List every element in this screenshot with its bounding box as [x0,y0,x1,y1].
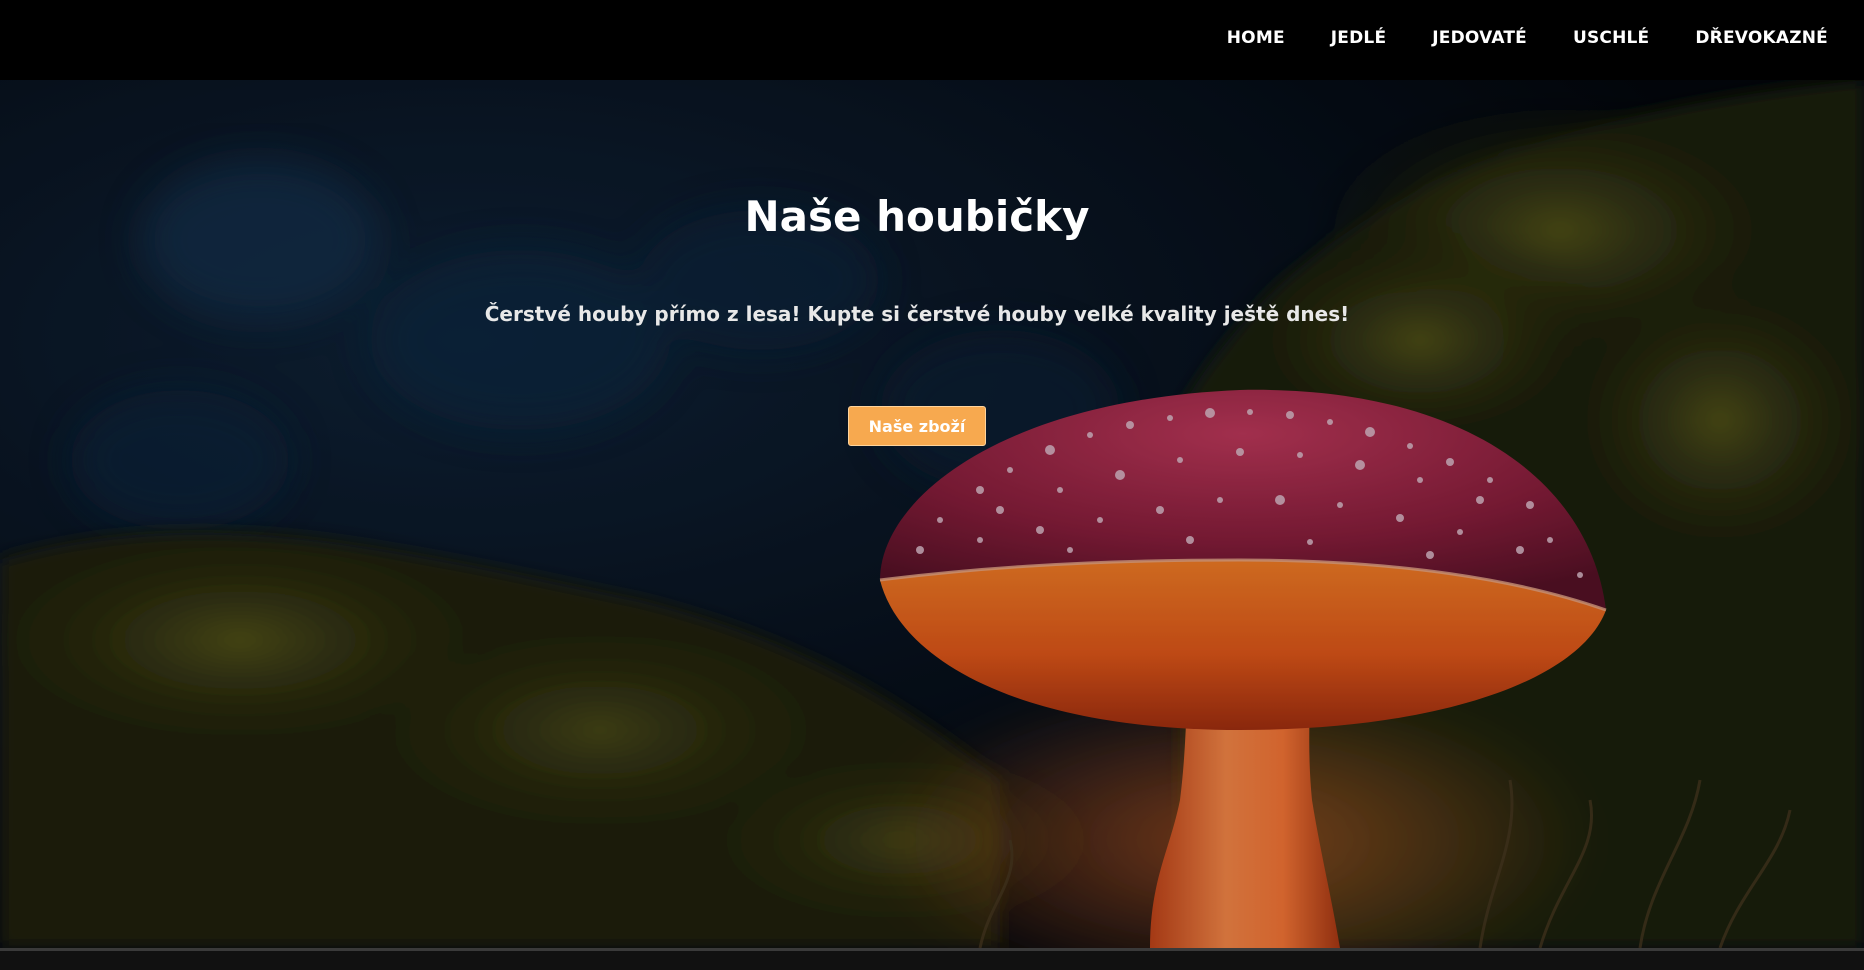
nav-item-jedle[interactable]: JEDLÉ [1331,28,1387,48]
hero-title: Naše houbičky [744,192,1090,241]
our-goods-button[interactable]: Naše zboží [848,406,986,446]
nav-item-jedovate[interactable]: JEDOVATÉ [1432,28,1527,48]
nav-menu: HOME JEDLÉ JEDOVATÉ USCHLÉ DŘEVOKAZNÉ [1181,28,1828,48]
nav-item-home[interactable]: HOME [1227,28,1285,48]
nav-item-drevokazne[interactable]: DŘEVOKAZNÉ [1695,28,1828,48]
top-navigation-bar: HOME JEDLÉ JEDOVATÉ USCHLÉ DŘEVOKAZNÉ [0,0,1864,80]
hero-section: Naše houbičky Čerstvé houby přímo z lesa… [0,80,1864,948]
nav-item-uschle[interactable]: USCHLÉ [1573,28,1649,48]
hero-subtitle: Čerstvé houby přímo z lesa! Kupte si čer… [484,302,1350,326]
